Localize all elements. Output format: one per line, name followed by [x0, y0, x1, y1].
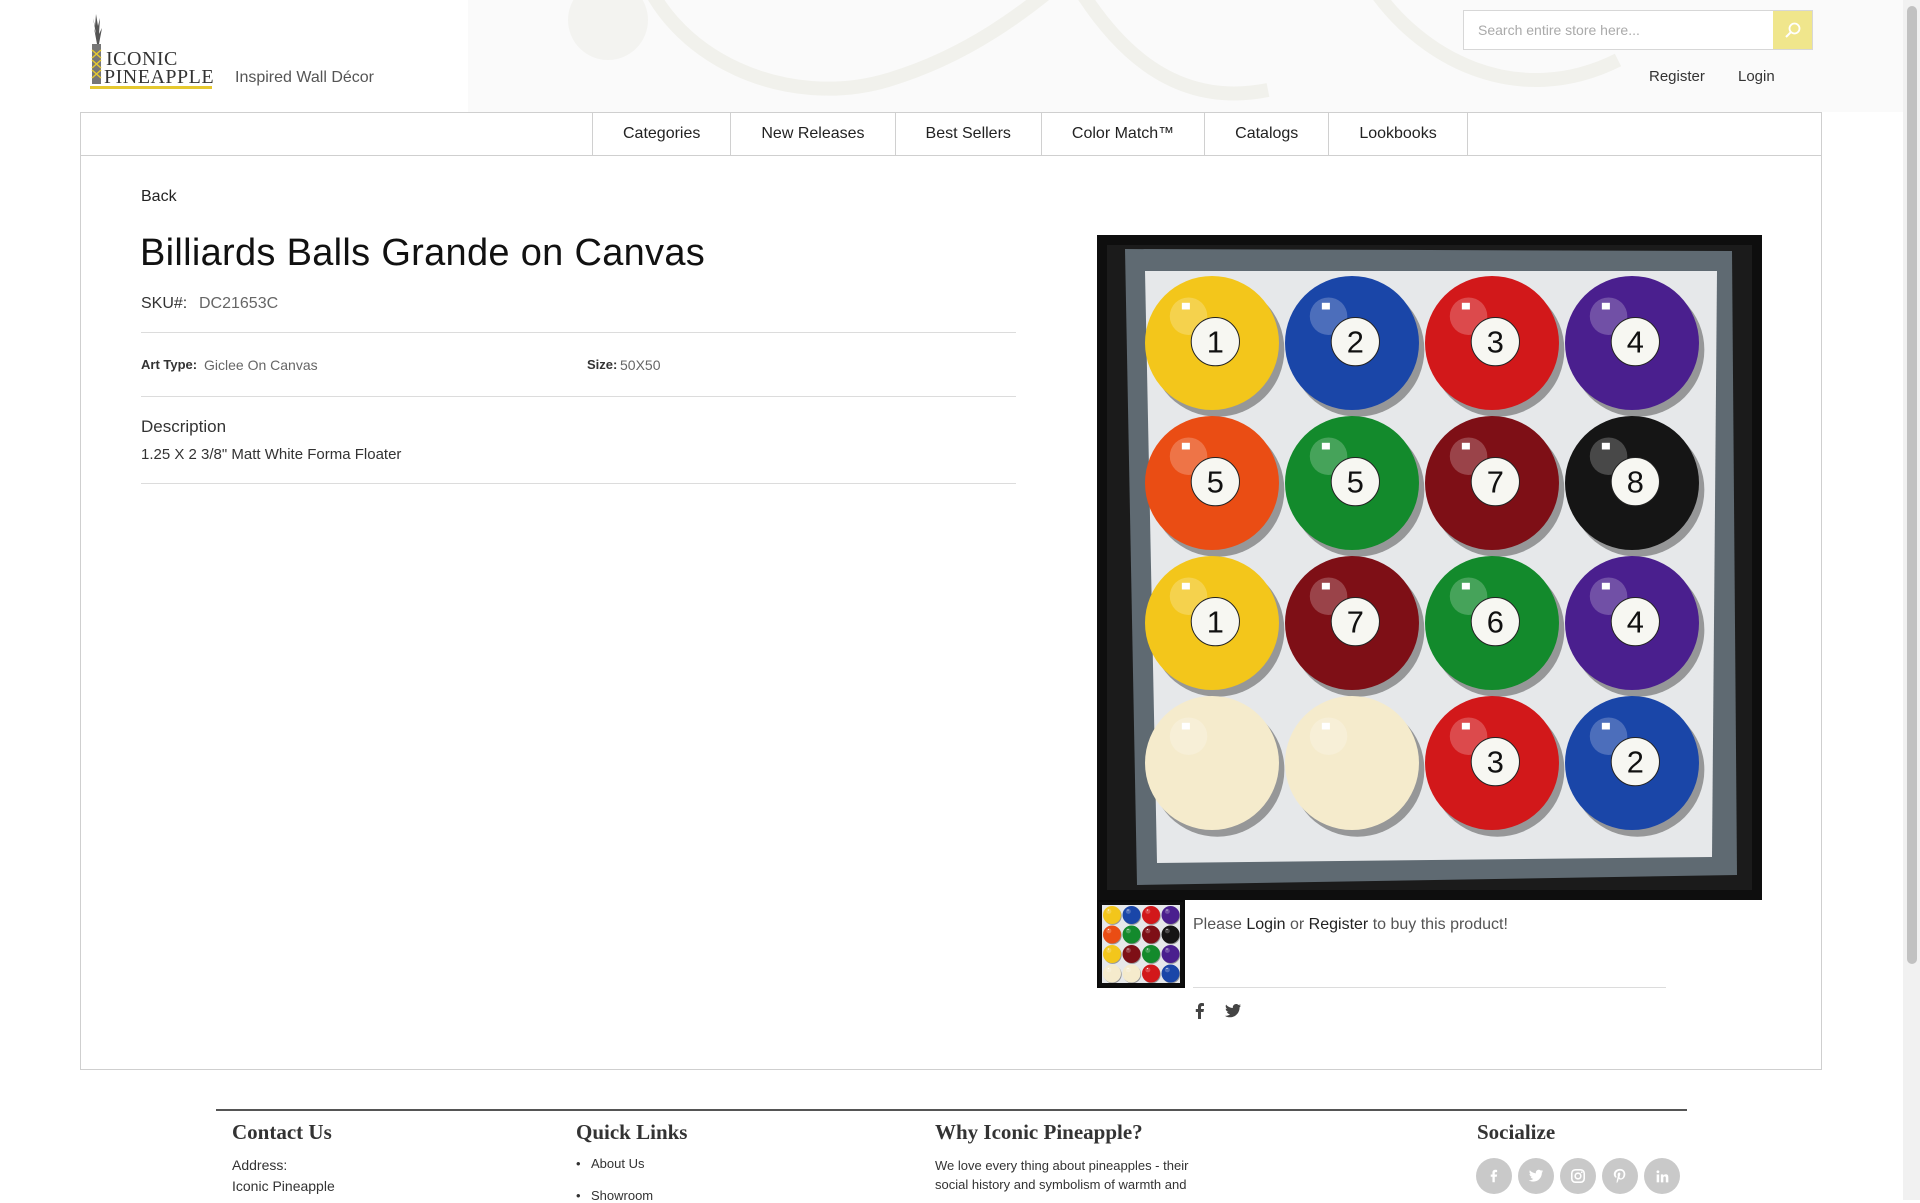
size-value: 50X50 — [620, 357, 661, 373]
footer-divider — [216, 1109, 1687, 1111]
social-instagram-button[interactable] — [1560, 1158, 1596, 1194]
footer-why-title: Why Iconic Pineapple? — [935, 1120, 1143, 1144]
svg-text:4: 4 — [1627, 324, 1644, 359]
search-icon — [1784, 22, 1800, 38]
divider — [141, 396, 1016, 397]
twitter-icon[interactable] — [1224, 1002, 1242, 1020]
svg-text:3: 3 — [1487, 744, 1504, 779]
footer-contact-title: Contact Us — [232, 1120, 332, 1144]
buy-register-link[interactable]: Register — [1309, 916, 1369, 933]
nav-color-match[interactable]: Color Match™ — [1042, 113, 1206, 155]
svg-text:8: 8 — [1627, 464, 1644, 499]
page-scrollbar[interactable] — [1903, 0, 1920, 1200]
buy-or: or — [1289, 916, 1305, 933]
divider — [141, 483, 1016, 484]
buy-suffix: to buy this product! — [1372, 916, 1508, 933]
description-title: Description — [141, 417, 227, 436]
size-label: Size: — [587, 357, 618, 372]
svg-text:7: 7 — [1487, 464, 1504, 499]
search-button[interactable] — [1773, 11, 1812, 49]
footer-socialize-title: Socialize — [1477, 1120, 1556, 1144]
svg-text:4: 4 — [1627, 604, 1644, 639]
login-link[interactable]: Login — [1738, 68, 1775, 85]
footer-why-text-1: We love every thing about pineapples - t… — [935, 1158, 1189, 1173]
main-nav: Categories New Releases Best Sellers Col… — [80, 112, 1822, 156]
product-image[interactable]: 1 2 3 4 5 5 7 8 1 7 6 4 3 2 — [1097, 235, 1762, 900]
svg-text:1: 1 — [1207, 604, 1224, 639]
social-pinterest-button[interactable] — [1602, 1158, 1638, 1194]
nav-new-releases[interactable]: New Releases — [731, 113, 896, 155]
social-linkedin-button[interactable] — [1644, 1158, 1680, 1194]
description-text: 1.25 X 2 3/8" Matt White Forma Floater — [141, 446, 402, 463]
divider — [141, 332, 1016, 333]
tagline: Inspired Wall Décor — [235, 69, 375, 86]
social-twitter-button[interactable] — [1518, 1158, 1554, 1194]
footer-address-label: Address: — [232, 1157, 288, 1173]
instagram-icon — [1570, 1168, 1586, 1184]
footer-why-text-2: social history and symbolism of warmth a… — [935, 1177, 1187, 1192]
nav-best-sellers[interactable]: Best Sellers — [896, 113, 1042, 155]
nav-lookbooks[interactable]: Lookbooks — [1329, 113, 1468, 155]
svg-text:7: 7 — [1347, 604, 1364, 639]
product-thumbnail[interactable] — [1097, 900, 1185, 988]
divider — [1193, 987, 1666, 988]
buy-login-link[interactable]: Login — [1246, 916, 1285, 933]
buy-message: Please Login or Register to buy this pro… — [1193, 916, 1508, 934]
pinterest-icon — [1613, 1168, 1626, 1184]
svg-text:3: 3 — [1487, 324, 1504, 359]
svg-text:1: 1 — [1207, 324, 1224, 359]
social-facebook-button[interactable] — [1476, 1158, 1512, 1194]
sku-label: SKU#: — [141, 295, 188, 312]
register-link[interactable]: Register — [1649, 68, 1705, 85]
product-title: Billiards Balls Grande on Canvas — [140, 232, 706, 274]
svg-text:2: 2 — [1347, 324, 1364, 359]
logo-underline — [90, 86, 212, 89]
nav-categories[interactable]: Categories — [592, 113, 732, 155]
footer-quick-links-title: Quick Links — [576, 1120, 688, 1144]
nav-catalogs[interactable]: Catalogs — [1205, 113, 1330, 155]
svg-text:2: 2 — [1627, 744, 1644, 779]
art-type-label: Art Type: — [141, 357, 198, 372]
footer-link-about-us[interactable]: About Us — [576, 1156, 645, 1171]
art-type-value: Giclee On Canvas — [204, 357, 318, 373]
svg-text:5: 5 — [1347, 464, 1364, 499]
footer-address-line: Iconic Pineapple — [232, 1178, 335, 1194]
sku-value: DC21653C — [199, 295, 279, 312]
svg-text:6: 6 — [1487, 604, 1504, 639]
linkedin-icon — [1656, 1169, 1668, 1182]
facebook-icon[interactable] — [1191, 1002, 1209, 1020]
buy-prefix: Please — [1193, 916, 1242, 933]
svg-text:5: 5 — [1207, 464, 1224, 499]
search-input[interactable] — [1464, 11, 1772, 49]
pineapple-logo-icon — [91, 14, 102, 84]
footer-link-showroom[interactable]: Showroom — [576, 1188, 653, 1203]
back-link[interactable]: Back — [141, 188, 177, 206]
scrollbar-thumb[interactable] — [1907, 6, 1917, 964]
search-box — [1463, 10, 1813, 50]
facebook-icon — [1490, 1169, 1498, 1183]
twitter-icon — [1528, 1169, 1544, 1182]
